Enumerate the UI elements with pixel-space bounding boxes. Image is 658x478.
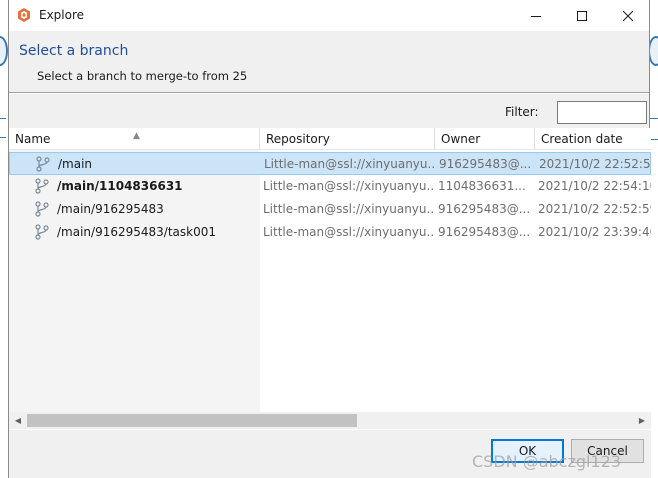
page-subtitle: Select a branch to merge-to from 25	[37, 69, 248, 83]
close-icon	[623, 10, 633, 21]
branch-creation-date: 2021/10/2 22:52:59	[538, 202, 651, 216]
column-header-owner[interactable]: Owner	[435, 128, 535, 150]
scroll-left-button[interactable]: ◀	[11, 414, 25, 427]
branch-repository: Little-man@ssl://xinyuanyu...	[264, 157, 434, 171]
page-title: Select a branch	[19, 43, 129, 59]
horizontal-scrollbar[interactable]: ◀ ▶	[9, 412, 651, 429]
dialog-header: Select a branch Select a branch to merge…	[9, 31, 649, 93]
branch-repository: Little-man@ssl://xinyuanyu...	[263, 225, 433, 239]
branch-creation-date: 2021/10/2 22:54:10	[538, 179, 651, 193]
table-row[interactable]: /main/916295483 Little-man@ssl://xinyuan…	[9, 198, 651, 221]
minimize-icon	[531, 15, 541, 17]
branch-table: Name ▲ Repository Owner Creation date /m…	[9, 128, 651, 430]
column-header-repository-label: Repository	[266, 132, 330, 146]
branch-name: /main/916295483	[57, 202, 164, 216]
branch-name: /main	[58, 157, 93, 171]
branch-icon	[35, 201, 49, 217]
explore-dialog: Explore Select a branch Select a branch …	[8, 0, 651, 478]
title-bar[interactable]: Explore	[9, 0, 649, 31]
column-header-creation-date-label: Creation date	[541, 132, 623, 146]
filter-bar: Filter:	[9, 94, 649, 128]
close-button[interactable]	[605, 0, 651, 31]
background-node-left	[0, 36, 8, 66]
branch-owner: 916295483@...	[438, 202, 531, 216]
sort-ascending-icon: ▲	[133, 131, 140, 141]
background-line-right	[650, 118, 658, 140]
branch-name: /main/916295483/task001	[57, 225, 216, 239]
window-title: Explore	[39, 8, 85, 22]
column-header-creation-date[interactable]: Creation date	[535, 128, 651, 150]
filter-label: Filter:	[505, 105, 539, 119]
branch-icon	[35, 224, 49, 240]
watermark: CSDN @abczgl123	[472, 452, 621, 471]
table-row[interactable]: /main/1104836631 Little-man@ssl://xinyua…	[9, 175, 651, 198]
branch-repository: Little-man@ssl://xinyuanyu...	[263, 179, 433, 193]
branch-name: /main/1104836631	[57, 179, 183, 193]
scrollbar-thumb[interactable]	[27, 414, 357, 427]
column-header-repository[interactable]: Repository	[260, 128, 435, 150]
plastic-scm-icon	[18, 8, 30, 22]
branch-icon	[35, 178, 49, 194]
maximize-icon	[577, 10, 587, 21]
branch-owner: 1104836631...	[438, 179, 526, 193]
table-row[interactable]: /main/916295483/task001 Little-man@ssl:/…	[9, 221, 651, 244]
table-row[interactable]: /main Little-man@ssl://xinyuanyu... 9162…	[9, 152, 651, 175]
scroll-right-button[interactable]: ▶	[635, 414, 649, 427]
column-header-name[interactable]: Name ▲	[9, 128, 260, 150]
branch-repository: Little-man@ssl://xinyuanyu...	[263, 202, 433, 216]
branch-owner: 916295483@...	[439, 157, 532, 171]
chevron-right-icon: ▶	[638, 416, 646, 425]
background-line-left	[0, 118, 6, 138]
minimize-button[interactable]	[513, 0, 559, 31]
column-header-name-label: Name	[15, 132, 51, 146]
maximize-button[interactable]	[559, 0, 605, 31]
branch-icon	[36, 156, 50, 172]
table-header: Name ▲ Repository Owner Creation date	[9, 128, 651, 150]
branch-owner: 916295483@...	[438, 225, 531, 239]
filter-input[interactable]	[557, 101, 647, 124]
column-header-owner-label: Owner	[441, 132, 481, 146]
chevron-left-icon: ◀	[14, 416, 22, 425]
branch-creation-date: 2021/10/2 23:39:40	[538, 225, 651, 239]
branch-creation-date: 2021/10/2 22:52:55	[539, 157, 651, 171]
